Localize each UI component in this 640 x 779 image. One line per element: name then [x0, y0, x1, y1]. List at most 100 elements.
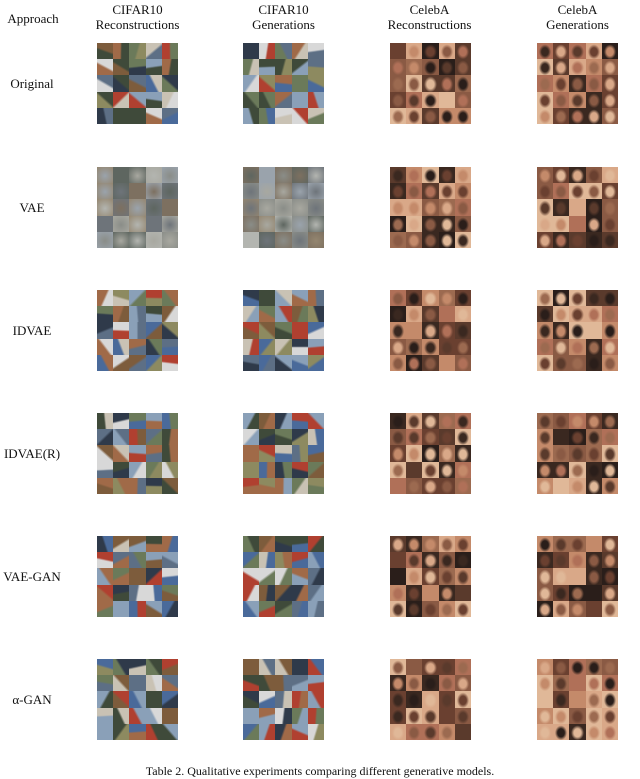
sample-image: [454, 231, 471, 248]
sample-image: [553, 413, 570, 430]
sample-image: [307, 659, 324, 676]
sample-image: [129, 429, 146, 446]
sample-image: [454, 354, 471, 371]
sample-image: [537, 675, 554, 692]
sample-image: [161, 167, 178, 184]
sample-image: [145, 167, 162, 184]
sample-image: [601, 215, 618, 232]
sample-image: [113, 707, 130, 724]
sample-image: [422, 429, 439, 446]
sample-image: [585, 461, 602, 478]
sample-image: [113, 43, 130, 60]
sample-image: [454, 413, 471, 430]
sample-image: [569, 231, 586, 248]
sample-image: [406, 322, 423, 339]
sample-image: [113, 413, 130, 430]
sample-image: [601, 659, 618, 676]
sample-image: [275, 707, 292, 724]
image-grid-celeba-reconstructions: [390, 413, 471, 494]
sample-image: [422, 536, 439, 553]
sample-image: [406, 536, 423, 553]
sample-image: [161, 429, 178, 446]
sample-image: [97, 183, 114, 200]
sample-image: [601, 461, 618, 478]
sample-image: [97, 338, 114, 355]
sample-image: [585, 75, 602, 92]
sample-image: [145, 338, 162, 355]
sample-image: [601, 477, 618, 494]
sample-image: [537, 183, 554, 200]
sample-image: [569, 43, 586, 60]
sample-image: [243, 723, 260, 740]
sample-image: [275, 568, 292, 585]
sample-image: [275, 552, 292, 569]
sample-image: [275, 691, 292, 708]
sample-image: [422, 477, 439, 494]
sample-image: [259, 675, 276, 692]
sample-image: [454, 600, 471, 617]
sample-image: [390, 107, 407, 124]
sample-image: [537, 215, 554, 232]
sample-image: [307, 75, 324, 92]
sample-image: [275, 107, 292, 124]
sample-image: [275, 723, 292, 740]
sample-image: [129, 723, 146, 740]
sample-image: [259, 461, 276, 478]
sample-image: [422, 600, 439, 617]
header-cifar10-generations: CIFAR10 Generations: [226, 2, 341, 32]
sample-image: [291, 167, 308, 184]
sample-image: [537, 461, 554, 478]
header-line1: CelebA: [557, 2, 598, 17]
sample-image: [307, 568, 324, 585]
sample-image: [553, 477, 570, 494]
sample-image: [113, 167, 130, 184]
sample-image: [97, 75, 114, 92]
sample-image: [275, 461, 292, 478]
sample-image: [390, 445, 407, 462]
sample-image: [569, 183, 586, 200]
sample-image: [307, 59, 324, 76]
sample-image: [97, 707, 114, 724]
sample-image: [390, 600, 407, 617]
sample-image: [438, 43, 455, 60]
sample-image: [454, 584, 471, 601]
sample-image: [601, 584, 618, 601]
sample-image: [454, 322, 471, 339]
sample-image: [291, 552, 308, 569]
sample-image: [97, 461, 114, 478]
sample-image: [129, 231, 146, 248]
sample-image: [585, 445, 602, 462]
image-grid-celeba-reconstructions: [390, 536, 471, 617]
sample-image: [585, 183, 602, 200]
sample-image: [390, 183, 407, 200]
sample-image: [129, 75, 146, 92]
sample-image: [454, 659, 471, 676]
sample-image: [307, 691, 324, 708]
sample-image: [275, 584, 292, 601]
sample-image: [553, 445, 570, 462]
sample-image: [422, 290, 439, 307]
sample-image: [438, 183, 455, 200]
image-grid-cifar10-reconstructions: [97, 290, 178, 371]
sample-image: [537, 477, 554, 494]
sample-image: [259, 445, 276, 462]
sample-image: [569, 675, 586, 692]
image-grid-cifar10-generations: [243, 536, 324, 617]
sample-image: [97, 215, 114, 232]
sample-image: [259, 691, 276, 708]
sample-image: [145, 107, 162, 124]
sample-image: [243, 75, 260, 92]
sample-image: [438, 290, 455, 307]
sample-image: [307, 707, 324, 724]
image-grid-cifar10-generations: [243, 659, 324, 740]
sample-image: [406, 584, 423, 601]
sample-image: [259, 91, 276, 108]
sample-image: [390, 231, 407, 248]
sample-image: [569, 568, 586, 585]
sample-image: [97, 568, 114, 585]
sample-image: [406, 183, 423, 200]
sample-image: [161, 91, 178, 108]
sample-image: [161, 107, 178, 124]
sample-image: [307, 322, 324, 339]
sample-image: [113, 199, 130, 216]
